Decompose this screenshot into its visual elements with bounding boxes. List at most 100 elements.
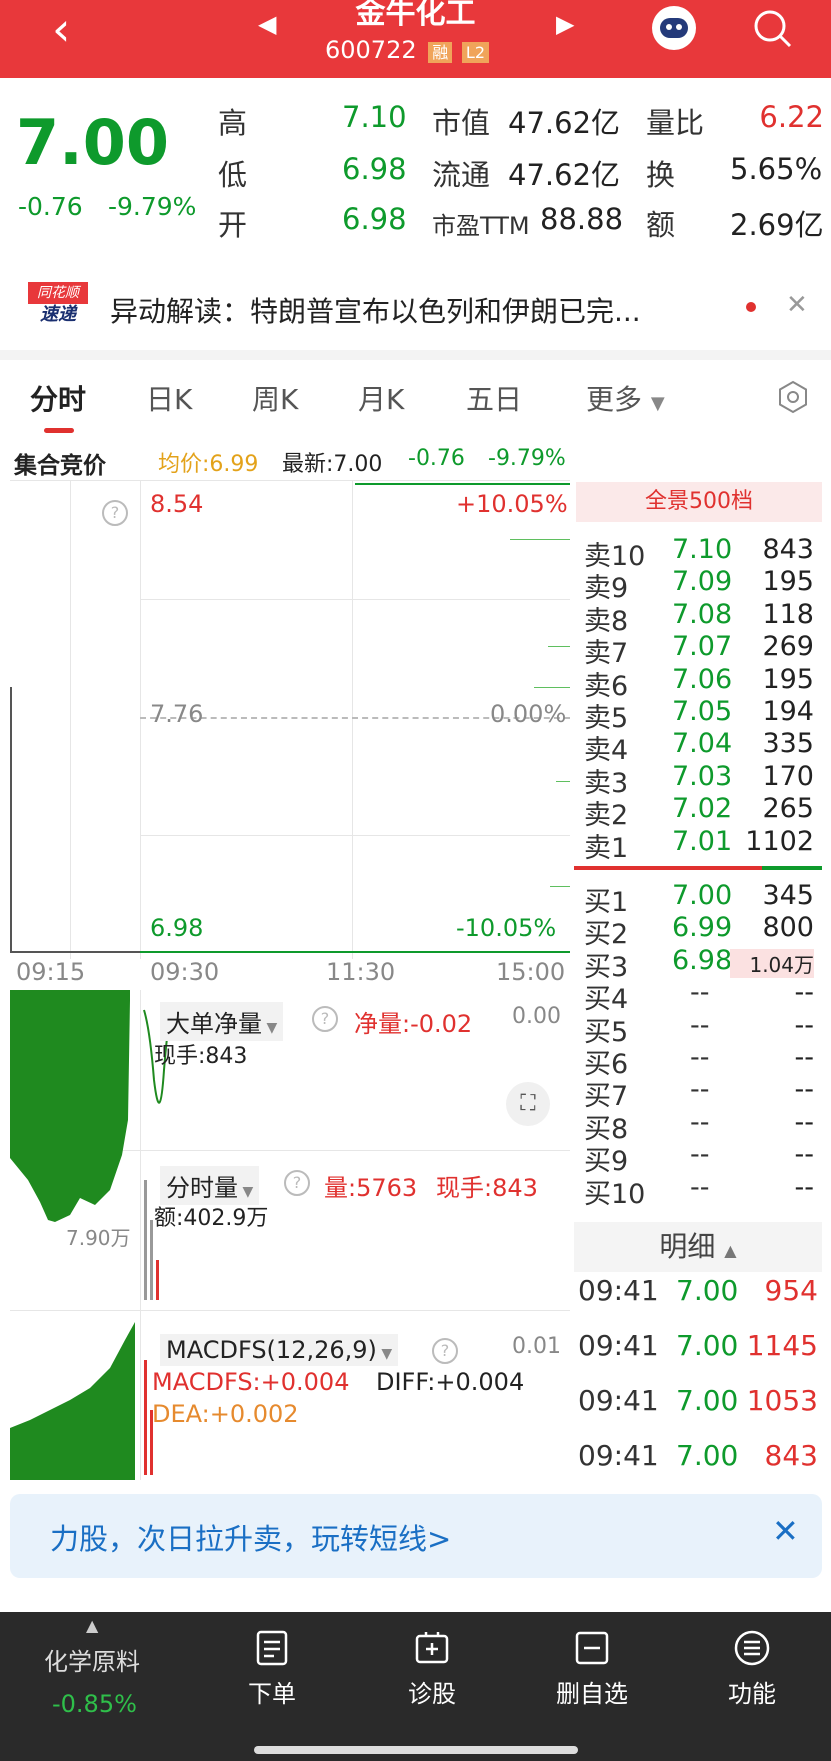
ask-volume: 1102 [745, 825, 814, 857]
ask-price: 7.01 [672, 825, 733, 857]
chart-mid-price: 7.76 [150, 700, 204, 728]
ask-volume: 170 [762, 760, 814, 792]
high-value: 7.10 [342, 100, 407, 134]
avg-price: 均价:6.99 [158, 452, 259, 477]
detail-volume: 1053 [746, 1384, 818, 1417]
pe-label: 市盈TTM [432, 212, 530, 240]
help-icon[interactable]: ? [102, 500, 128, 526]
fullscreen-icon[interactable]: ⛶ [506, 1082, 550, 1126]
news-dot [746, 302, 756, 312]
info-change: -0.76 [408, 446, 465, 471]
chart-bot-pct: -10.05% [456, 914, 557, 942]
amount-value: 2.69亿 [730, 208, 824, 242]
ad-banner[interactable]: 力股，次日拉升卖，玩转短线> ✕ [10, 1494, 822, 1578]
order-button[interactable]: 下单 [212, 1612, 332, 1709]
details-header[interactable]: 明细 ▲ [574, 1222, 822, 1272]
open-value: 6.98 [342, 202, 407, 236]
bid-price: -- [690, 1171, 710, 1203]
ask-price: 7.09 [672, 566, 733, 598]
diagnose-button[interactable]: 诊股 [372, 1612, 492, 1709]
big-order-selector[interactable]: 大单净量 ▼ [160, 1002, 284, 1041]
macd-name: MACDFS(12,26,9) [166, 1336, 377, 1364]
bid-price: -- [690, 1009, 710, 1041]
tab-minute[interactable]: 分时 [30, 378, 86, 418]
sector-name[interactable]: 化学原料 [44, 1642, 140, 1677]
robot-icon[interactable] [652, 6, 696, 50]
detail-time: 09:41 [578, 1329, 659, 1362]
chart-top-price: 8.54 [150, 490, 204, 518]
ask-volume: 265 [762, 793, 814, 825]
remove-icon [575, 1631, 609, 1665]
current-price: 7.00 [16, 106, 169, 179]
bid-volume: -- [794, 1171, 815, 1203]
volume-ratio-value: 6.22 [759, 100, 824, 134]
chevron-down-icon: ▼ [650, 393, 665, 414]
big-order-name: 大单净量 [166, 1010, 262, 1038]
tab-daily-k[interactable]: 日K [146, 378, 192, 418]
low-value: 6.98 [342, 152, 407, 186]
bid-volume: 1.04万 [730, 948, 814, 978]
stock-name: 金牛化工 [355, 0, 476, 31]
detail-price: 7.00 [676, 1329, 739, 1362]
tab-weekly-k[interactable]: 周K [252, 378, 298, 418]
bid-ask-divider [574, 866, 762, 870]
bid-label: 买10 [584, 1178, 646, 1210]
news-close-icon[interactable]: ✕ [786, 290, 808, 320]
turnover-value: 5.65% [730, 152, 823, 186]
ask-price: 7.08 [672, 598, 733, 630]
volume-amount: 额:402.9万 [154, 1206, 269, 1231]
price-change-pct: -9.79% [108, 192, 197, 221]
tab-monthly-k[interactable]: 月K [358, 378, 404, 418]
info-change-pct: -9.79% [488, 446, 566, 471]
help-icon[interactable]: ? [284, 1170, 310, 1196]
bid-volume: -- [794, 1074, 815, 1106]
net-volume: 净量:-0.02 [354, 1010, 473, 1038]
ask-volume: 195 [762, 663, 814, 695]
chevron-up-icon: ▲ [724, 1241, 737, 1260]
detail-price: 7.00 [676, 1439, 739, 1472]
time-0915: 09:15 [16, 958, 86, 986]
header-bar: ‹ ◀ 金牛化工 600722 融 L2 ▶ [0, 0, 831, 78]
bid-volume: -- [794, 1009, 815, 1041]
ask-volume: 335 [762, 728, 814, 760]
orderbook-title[interactable]: 全景500档 [576, 482, 822, 522]
help-icon[interactable]: ? [432, 1338, 458, 1364]
macd-value: MACDFS:+0.004 [152, 1368, 350, 1396]
function-label: 功能 [728, 1680, 776, 1708]
menu-icon [734, 1630, 770, 1666]
bid-price: -- [690, 977, 710, 1009]
chevron-down-icon: ▼ [238, 1184, 254, 1200]
ask-price: 7.07 [672, 631, 733, 663]
news-logo-bottom: 速递 [40, 304, 76, 325]
search-icon[interactable] [752, 8, 794, 50]
next-stock-icon[interactable]: ▶ [556, 10, 574, 38]
detail-price: 7.00 [676, 1384, 739, 1417]
ad-text: 力股，次日拉升卖，玩转短线> [50, 1522, 452, 1556]
mcap-value: 47.62亿 [508, 106, 621, 140]
ask-label: 卖1 [584, 832, 629, 864]
price-change: -0.76 [18, 192, 83, 221]
minute-chart[interactable] [10, 480, 570, 959]
bid-price: 7.00 [672, 880, 733, 911]
time-0930: 09:30 [150, 958, 220, 986]
bid-volume: -- [794, 1042, 815, 1073]
tab-five-day[interactable]: 五日 [466, 378, 522, 418]
news-logo: 同花顺 速递 [28, 282, 88, 330]
settings-icon[interactable] [776, 380, 810, 414]
separator [0, 350, 831, 360]
help-icon[interactable]: ? [312, 1006, 338, 1032]
function-button[interactable]: 功能 [692, 1612, 812, 1709]
remove-watchlist-label: 删自选 [556, 1680, 628, 1708]
diagnose-icon [415, 1632, 449, 1664]
detail-time: 09:41 [578, 1439, 659, 1472]
tab-more[interactable]: 更多 ▼ [586, 378, 665, 418]
big-order-axis: 0.00 [512, 1004, 561, 1029]
macd-selector[interactable]: MACDFS(12,26,9) ▼ [160, 1334, 399, 1366]
chevron-down-icon: ▼ [262, 1020, 278, 1036]
news-text[interactable]: 异动解读：特朗普宣布以色列和伊朗已完... [110, 290, 730, 330]
ad-close-icon[interactable]: ✕ [772, 1512, 799, 1550]
detail-time: 09:41 [578, 1274, 659, 1307]
chart-top-pct: +10.05% [456, 490, 568, 518]
remove-watchlist-button[interactable]: 删自选 [532, 1612, 652, 1709]
latest-price: 最新:7.00 [282, 452, 383, 477]
